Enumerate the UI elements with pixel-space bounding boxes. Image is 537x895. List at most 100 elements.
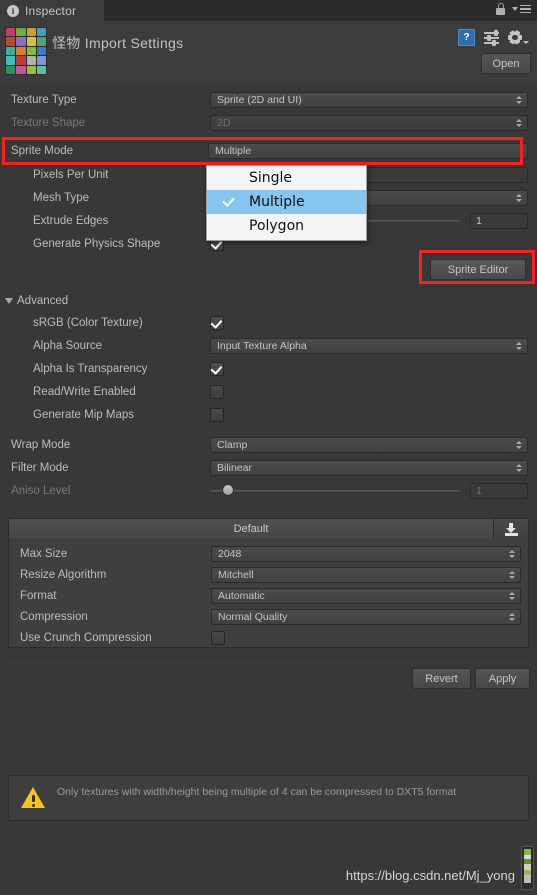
dropdown-texture-shape: 2D — [210, 115, 528, 131]
menu-item-single-label: Single — [249, 170, 293, 186]
hamburger-menu-icon[interactable] — [512, 4, 531, 14]
chevron-down-icon — [523, 40, 529, 44]
dropdown-filter-mode[interactable]: Bilinear — [210, 460, 528, 476]
label-extrude-edges: Extrude Edges — [33, 215, 109, 227]
row-alpha-source: Alpha Source Input Texture Alpha — [0, 335, 537, 357]
download-icon — [504, 522, 518, 536]
label-aniso-level: Aniso Level — [11, 485, 71, 497]
chevron-updown-icon — [509, 613, 515, 621]
label-alpha-source: Alpha Source — [33, 340, 103, 352]
label-texture-type: Texture Type — [11, 94, 77, 106]
row-resize-algorithm: Resize Algorithm Mitchell — [9, 564, 528, 586]
warning-message: Only textures with width/height being mu… — [57, 786, 457, 798]
dropdown-sprite-mode-value: Multiple — [215, 145, 252, 157]
row-compression: Compression Normal Quality — [9, 606, 528, 628]
menu-item-polygon-label: Polygon — [249, 218, 305, 234]
sprite-editor-row: Sprite Editor — [0, 253, 537, 283]
row-texture-type: Texture Type Sprite (2D and UI) — [0, 89, 537, 111]
scrollbar-vertical[interactable] — [521, 846, 534, 890]
window-tab-bar: i Inspector — [0, 0, 537, 21]
menu-item-multiple-label: Multiple — [249, 194, 305, 210]
dropdown-max-size[interactable]: 2048 — [211, 546, 521, 562]
checkbox-read-write-enabled[interactable] — [210, 385, 224, 399]
platform-tab-default[interactable]: Default — [9, 519, 494, 539]
window-tab-controls — [496, 3, 531, 15]
row-max-size: Max Size 2048 — [9, 543, 528, 565]
apply-button[interactable]: Apply — [475, 668, 530, 689]
input-extrude-edges-value[interactable]: 1 — [470, 213, 528, 229]
dropdown-alpha-source[interactable]: Input Texture Alpha — [210, 338, 528, 354]
input-aniso-level-value[interactable]: 1 — [470, 483, 528, 499]
chevron-updown-icon — [509, 571, 515, 579]
sprite-mode-dropdown-popup[interactable]: Single Multiple Polygon — [206, 165, 367, 241]
info-icon: i — [7, 4, 19, 17]
revert-button[interactable]: Revert — [412, 668, 471, 689]
tab-inspector[interactable]: i Inspector — [0, 0, 104, 21]
gear-menu[interactable] — [508, 30, 529, 45]
label-resize-algorithm: Resize Algorithm — [20, 569, 107, 581]
sprite-cell — [16, 28, 26, 37]
label-texture-shape: Texture Shape — [11, 117, 86, 129]
warning-triangle-icon — [21, 787, 45, 809]
foldout-advanced[interactable]: Advanced — [0, 290, 537, 312]
dropdown-resize-algorithm[interactable]: Mitchell — [211, 567, 521, 583]
sprite-cell — [16, 65, 26, 74]
download-button[interactable] — [494, 519, 528, 539]
row-texture-shape: Texture Shape 2D — [0, 112, 537, 134]
dropdown-wrap-mode[interactable]: Clamp — [210, 437, 528, 453]
dropdown-filter-mode-value: Bilinear — [217, 462, 253, 474]
label-pixels-per-unit: Pixels Per Unit — [33, 169, 109, 181]
preset-sliders-icon[interactable] — [484, 30, 499, 46]
sprite-cell — [26, 37, 36, 46]
help-question-icon[interactable]: ? — [458, 29, 475, 46]
dropdown-max-size-value: 2048 — [218, 548, 242, 560]
checkbox-use-crunch-compression[interactable] — [211, 631, 225, 645]
slider-aniso-level[interactable] — [210, 484, 460, 498]
sprite-cell — [16, 37, 26, 46]
checkbox-alpha-is-transparency[interactable] — [210, 362, 224, 376]
label-wrap-mode: Wrap Mode — [11, 439, 71, 451]
dropdown-compression[interactable]: Normal Quality — [211, 609, 521, 625]
dropdown-format[interactable]: Automatic — [211, 588, 521, 604]
menu-item-single[interactable]: Single — [207, 166, 366, 190]
open-button[interactable]: Open — [481, 53, 531, 74]
label-format: Format — [20, 590, 57, 602]
dropdown-texture-type[interactable]: Sprite (2D and UI) — [210, 92, 528, 108]
chevron-updown-icon — [509, 592, 515, 600]
sprite-cell — [36, 46, 46, 56]
dropdown-format-value: Automatic — [218, 590, 265, 602]
label-compression: Compression — [20, 611, 88, 623]
sprite-cell — [26, 46, 36, 56]
chevron-updown-icon — [509, 550, 515, 558]
checkbox-generate-mip-maps[interactable] — [210, 408, 224, 422]
checkbox-srgb[interactable] — [210, 316, 224, 330]
menu-item-polygon[interactable]: Polygon — [207, 214, 366, 238]
scrollbar-segment — [524, 875, 531, 883]
sprite-cell — [26, 56, 36, 65]
label-max-size: Max Size — [20, 548, 68, 560]
check-icon — [222, 194, 235, 207]
warning-box: Only textures with width/height being mu… — [8, 775, 529, 821]
row-generate-mip-maps: Generate Mip Maps — [0, 404, 537, 426]
sprite-cell — [6, 46, 16, 56]
page-title: 怪物 Import Settings — [52, 35, 184, 51]
chevron-updown-icon — [516, 96, 522, 104]
chevron-updown-icon — [516, 342, 522, 350]
dropdown-texture-type-value: Sprite (2D and UI) — [217, 94, 302, 106]
dropdown-compression-value: Normal Quality — [218, 611, 288, 623]
row-srgb: sRGB (Color Texture) — [0, 312, 537, 334]
slider-track — [210, 490, 460, 492]
slider-knob[interactable] — [222, 484, 234, 496]
header-icon-group: ? — [458, 29, 529, 46]
label-filter-mode: Filter Mode — [11, 462, 69, 474]
dropdown-sprite-mode[interactable]: Multiple — [208, 143, 528, 159]
menu-item-multiple[interactable]: Multiple — [207, 190, 366, 214]
lock-icon[interactable] — [496, 3, 505, 15]
sprite-sheet-thumbnail — [5, 27, 47, 75]
gear-icon — [508, 30, 522, 45]
label-alpha-is-transparency: Alpha Is Transparency — [33, 363, 148, 375]
sprite-cell — [26, 28, 36, 37]
sprite-editor-button[interactable]: Sprite Editor — [430, 259, 526, 280]
watermark-url: https://blog.csdn.net/Mj_yong — [345, 868, 515, 883]
sprite-cell — [36, 28, 46, 37]
